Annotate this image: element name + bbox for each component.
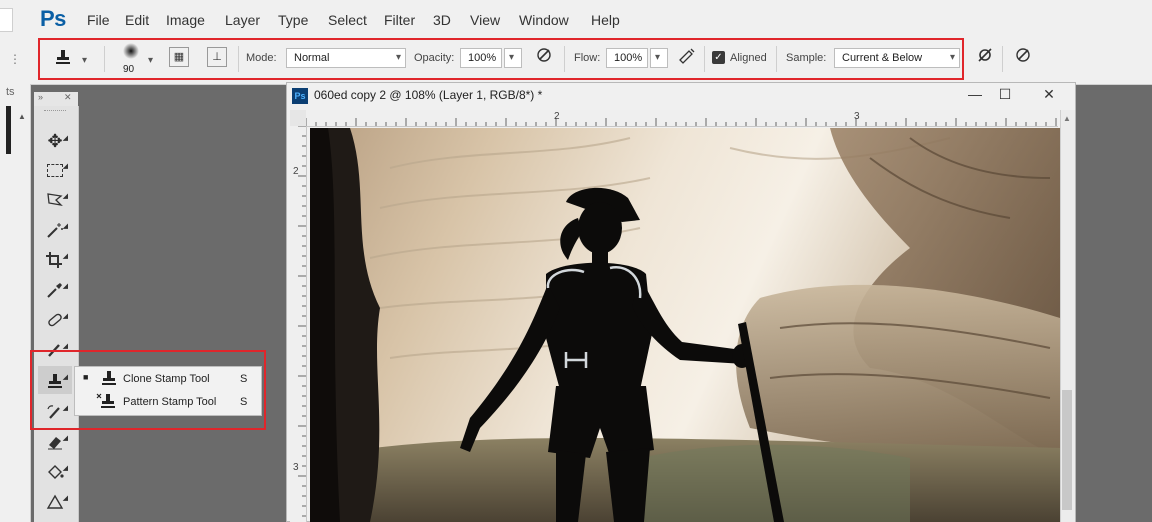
flyout-item-clone-stamp[interactable]: ■ Clone Stamp Tool S (76, 368, 258, 390)
flyout-item-shortcut: S (240, 396, 248, 408)
menu-image[interactable]: Image (166, 12, 205, 28)
left-panel-scrollbar[interactable] (6, 106, 11, 154)
flyout-item-label: Clone Stamp Tool (123, 373, 210, 385)
menu-help[interactable]: Help (591, 12, 620, 28)
separator (704, 46, 705, 72)
flow-label: Flow: (574, 52, 601, 64)
document-title: 060ed copy 2 @ 108% (Layer 1, RGB/8*) * (314, 88, 543, 102)
flow-field[interactable]: 100% (606, 48, 648, 68)
flow-caret-icon: ▾ (655, 52, 661, 63)
pattern-stamp-menu-icon (96, 392, 118, 415)
flyout-highlight-box (30, 350, 266, 430)
mode-label: Mode: (246, 52, 277, 64)
healing-brush-icon[interactable]: ◢ (40, 306, 70, 332)
sample-select[interactable]: Current & Below ▾ (834, 48, 960, 68)
left-edge-stub (0, 8, 13, 32)
scroll-up-arrow-icon[interactable]: ▲ (1063, 114, 1071, 123)
ruler-ticks (306, 118, 1057, 126)
ruler-vertical[interactable]: 2 3 (290, 126, 307, 522)
opacity-pressure-icon[interactable] (533, 46, 555, 68)
mode-caret-icon: ▾ (395, 52, 401, 63)
scrollbar-thumb[interactable] (1062, 390, 1072, 510)
eyedropper-icon[interactable]: ◢ (40, 276, 70, 302)
lasso-tool-icon[interactable]: ◢ (40, 186, 70, 212)
crop-tool-icon[interactable]: ◢ (40, 246, 70, 272)
flyout-item-label: Pattern Stamp Tool (123, 396, 217, 408)
menu-type[interactable]: Type (278, 12, 308, 28)
opacity-caret-icon: ▾ (509, 52, 515, 63)
photoshop-logo: Ps (40, 6, 66, 31)
size-pressure-icon[interactable] (1012, 46, 1034, 68)
eraser-icon[interactable]: ◢ (40, 428, 70, 454)
maximize-button[interactable]: ☐ (992, 84, 1018, 104)
menu-select[interactable]: Select (328, 12, 367, 28)
paint-bucket-icon[interactable]: ◢ (40, 458, 70, 484)
ignore-adjustment-layers-icon[interactable] (974, 46, 996, 68)
flyout-item-shortcut: S (240, 373, 248, 385)
sample-label: Sample: (786, 52, 827, 64)
brush-size: 90 (123, 64, 135, 75)
minimize-button[interactable]: — (962, 84, 988, 104)
panel-grip (44, 110, 66, 112)
ruler-label-top: 3 (854, 111, 860, 122)
flow-dropdown[interactable]: ▾ (650, 48, 668, 68)
flow-value: 100% (614, 52, 643, 64)
flyout-item-pattern-stamp[interactable]: Pattern Stamp Tool S (76, 391, 258, 413)
sample-caret-icon: ▾ (949, 52, 955, 63)
brush-caret-icon[interactable]: ▾ (148, 55, 153, 66)
mode-value: Normal (294, 52, 330, 64)
hiker-silhouette-photo (310, 128, 1060, 522)
separator (564, 46, 565, 72)
ruler-label-top: 2 (554, 111, 560, 122)
close-panel-icon[interactable]: ✕ (64, 92, 72, 103)
menu-filter[interactable]: Filter (384, 12, 415, 28)
menu-view[interactable]: View (470, 12, 500, 28)
aligned-label: Aligned (730, 52, 767, 64)
separator (238, 46, 239, 72)
ruler-label-left: 3 (293, 462, 299, 473)
scroll-up-icon[interactable]: ▲ (18, 112, 26, 121)
preset-caret-icon[interactable]: ▾ (82, 55, 87, 66)
menu-edit[interactable]: Edit (125, 12, 149, 28)
opacity-field[interactable]: 100% (460, 48, 502, 68)
marquee-tool-icon[interactable]: ◢ (40, 156, 70, 182)
triangle-icon[interactable]: ◢ (40, 488, 70, 514)
ruler-label-left: 2 (293, 166, 299, 177)
airbrush-icon[interactable] (676, 46, 698, 68)
sample-value: Current & Below (842, 52, 923, 64)
magic-wand-icon[interactable]: ◢ (40, 216, 70, 242)
opacity-label: Opacity: (414, 52, 455, 64)
menu-layer[interactable]: Layer (225, 12, 260, 28)
ps-document-icon: Ps (292, 88, 308, 104)
separator (776, 46, 777, 72)
mode-select[interactable]: Normal ▾ (286, 48, 406, 68)
menu-window[interactable]: Window (519, 12, 569, 28)
clone-stamp-preset-icon[interactable] (52, 48, 74, 70)
options-grip-icon[interactable]: ⋮ (9, 52, 21, 66)
canvas-image[interactable] (310, 128, 1060, 522)
collapse-icon[interactable]: » (38, 92, 43, 102)
selected-bullet-icon: ■ (83, 372, 89, 382)
ruler-corner[interactable] (290, 110, 306, 126)
menu-3d[interactable]: 3D (433, 12, 451, 28)
brush-panel-icon[interactable]: ▦ (169, 47, 189, 67)
clone-stamp-menu-icon (100, 369, 118, 392)
opacity-dropdown[interactable]: ▾ (504, 48, 522, 68)
left-panel-column (0, 84, 31, 522)
close-button[interactable]: ✕ (1036, 84, 1062, 104)
menu-file[interactable]: File (87, 12, 110, 28)
clone-source-panel-icon[interactable]: ⊥ (207, 47, 227, 67)
separator (1002, 46, 1003, 72)
ruler-horizontal[interactable]: 2 3 (306, 110, 1058, 127)
opacity-value: 100% (468, 52, 497, 64)
tools-panel-header[interactable]: » ✕ (34, 92, 78, 106)
aligned-checkbox[interactable]: ✓ (712, 51, 725, 64)
move-tool-icon[interactable]: ✥ ◢ (40, 128, 70, 154)
left-panel-label: ts (6, 86, 15, 98)
separator (104, 46, 105, 72)
